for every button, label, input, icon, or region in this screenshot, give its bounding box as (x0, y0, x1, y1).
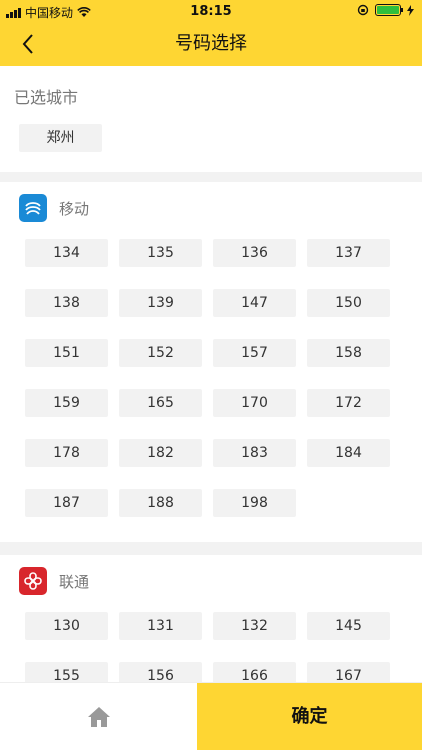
city-chip[interactable]: 郑州 (19, 124, 102, 152)
selected-city-section: 已选城市 郑州 (0, 66, 422, 172)
rotation-lock-icon (357, 4, 369, 16)
prefix-option[interactable]: 139 (119, 289, 202, 317)
prefix-option[interactable]: 187 (25, 489, 108, 517)
page-title: 号码选择 (175, 33, 247, 54)
china-mobile-logo-icon (19, 194, 47, 222)
prefix-option[interactable]: 182 (119, 439, 202, 467)
prefix-option[interactable]: 165 (119, 389, 202, 417)
selected-city-title: 已选城市 (14, 88, 79, 107)
prefix-option[interactable]: 157 (213, 339, 296, 367)
mobile-section: 移动 134 135 136 137 138 139 147 150 151 152 157 158 1… (0, 182, 422, 542)
bottom-bar: 确定 (0, 682, 422, 750)
navigation-bar: 号码选择 (0, 22, 422, 66)
prefix-option[interactable]: 184 (307, 439, 390, 467)
prefix-option[interactable]: 132 (213, 612, 296, 640)
home-icon (87, 707, 110, 727)
prefix-option[interactable]: 134 (25, 239, 108, 267)
prefix-option[interactable]: 151 (25, 339, 108, 367)
prefix-option[interactable]: 170 (213, 389, 296, 417)
unicom-carrier-name: 联通 (59, 572, 90, 591)
prefix-option[interactable]: 188 (119, 489, 202, 517)
prefix-option[interactable]: 138 (25, 289, 108, 317)
prefix-option[interactable]: 159 (25, 389, 108, 417)
prefix-option[interactable]: 198 (213, 489, 296, 517)
prefix-option[interactable]: 145 (307, 612, 390, 640)
prefix-option[interactable]: 147 (213, 289, 296, 317)
prefix-option[interactable]: 152 (119, 339, 202, 367)
home-button[interactable] (0, 683, 197, 750)
mobile-carrier-name: 移动 (59, 199, 90, 218)
status-bar: 中国移动 18:15 (0, 0, 422, 22)
unicom-prefix-grid: 130 131 132 145 155 156 166 167 (25, 612, 390, 690)
prefix-option[interactable]: 131 (119, 612, 202, 640)
prefix-option[interactable]: 130 (25, 612, 108, 640)
mobile-prefix-grid: 134 135 136 137 138 139 147 150 151 152 157 158 159 1… (25, 239, 390, 517)
prefix-option[interactable]: 183 (213, 439, 296, 467)
prefix-option[interactable]: 150 (307, 289, 390, 317)
charging-icon (407, 4, 414, 16)
unicom-section: 联通 130 131 132 145 155 156 166 167 (0, 555, 422, 690)
confirm-button[interactable]: 确定 (197, 683, 422, 750)
prefix-option[interactable]: 158 (307, 339, 390, 367)
battery-icon (375, 4, 403, 16)
prefix-option[interactable]: 172 (307, 389, 390, 417)
prefix-option[interactable]: 178 (25, 439, 108, 467)
prefix-option[interactable]: 135 (119, 239, 202, 267)
prefix-option[interactable]: 136 (213, 239, 296, 267)
prefix-option[interactable]: 137 (307, 239, 390, 267)
china-unicom-logo-icon (19, 567, 47, 595)
